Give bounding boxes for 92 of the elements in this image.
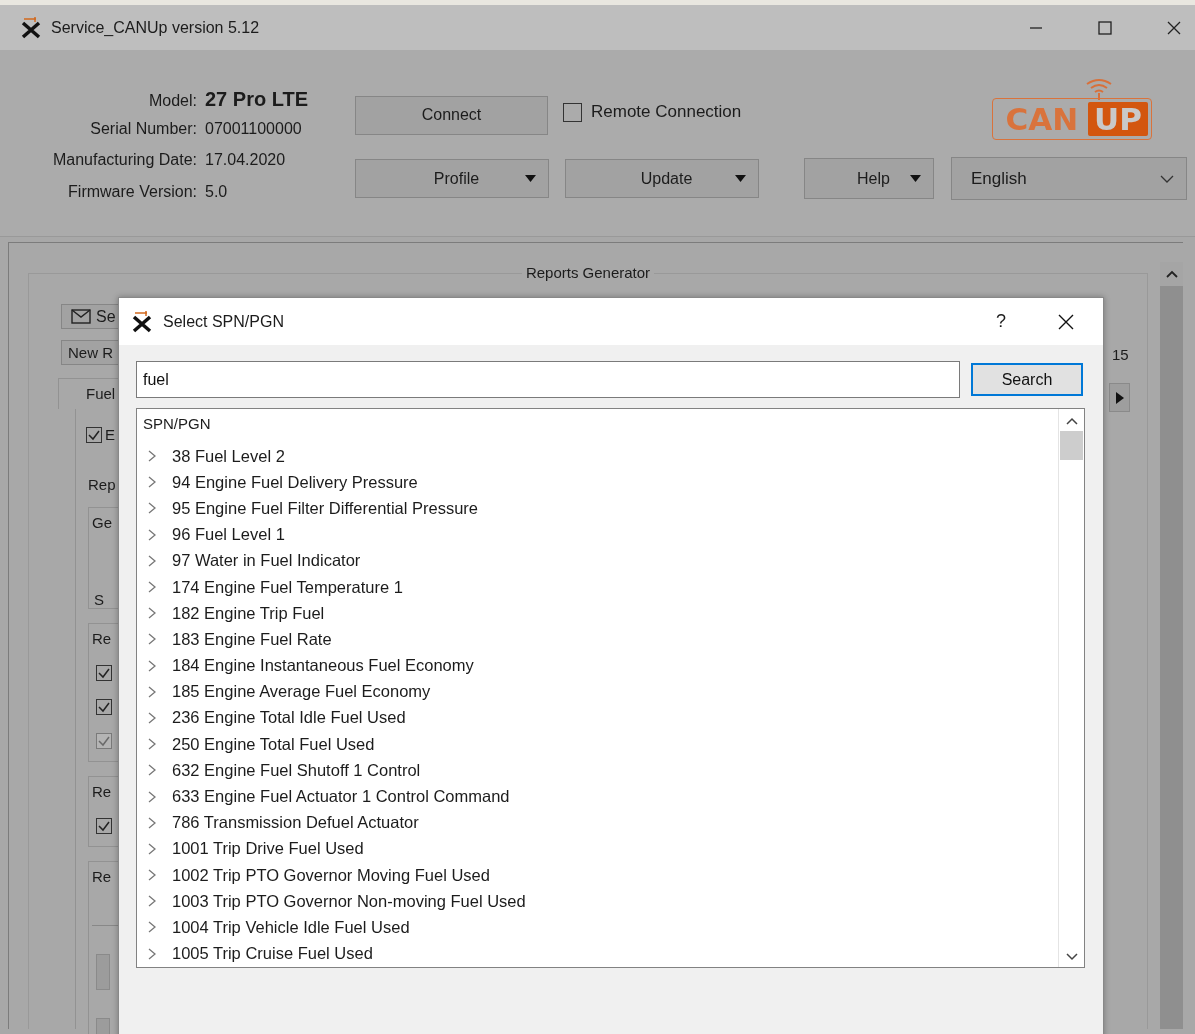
tree-item[interactable]: 38 Fuel Level 2: [172, 446, 285, 466]
chevron-right-icon[interactable]: [148, 554, 156, 567]
chevron-down-icon: [1160, 174, 1174, 183]
tree-item[interactable]: 786 Transmission Defuel Actuator: [172, 813, 419, 833]
chevron-right-icon[interactable]: [148, 450, 156, 463]
chevron-up-icon[interactable]: [1065, 417, 1078, 425]
chevron-right-icon[interactable]: [148, 895, 156, 908]
scroll-thumb[interactable]: [1060, 431, 1083, 460]
tree-item[interactable]: 1005 Trip Cruise Fuel Used: [172, 944, 373, 964]
chevron-right-icon[interactable]: [148, 502, 156, 515]
triangle-right-icon: [1115, 391, 1124, 404]
logo: CAN UP: [992, 78, 1152, 140]
checkbox[interactable]: [96, 699, 112, 715]
chevron-right-icon[interactable]: [148, 711, 156, 724]
model-value: 27 Pro LTE: [205, 88, 308, 111]
tree-item[interactable]: 1002 Trip PTO Governor Moving Fuel Used: [172, 865, 490, 885]
close-icon[interactable]: [1167, 20, 1181, 35]
tree-item[interactable]: 174 Engine Fuel Temperature 1: [172, 577, 403, 597]
tree-item[interactable]: 633 Engine Fuel Actuator 1 Control Command: [172, 787, 510, 807]
tree-item[interactable]: 94 Engine Fuel Delivery Pressure: [172, 472, 418, 492]
info-label: Manufacturing Date:: [51, 151, 197, 169]
chevron-right-icon[interactable]: [148, 607, 156, 620]
caret-icon: [525, 175, 536, 182]
info-label: Serial Number:: [89, 119, 197, 138]
column-header: SPN/PGN: [143, 415, 212, 434]
tree-item[interactable]: 185 Engine Average Fuel Economy: [172, 682, 431, 702]
chevron-right-icon[interactable]: [148, 476, 156, 489]
info-value: 5.0: [205, 182, 228, 201]
tree-item[interactable]: 96 Fuel Level 1: [172, 525, 285, 545]
chevron-right-icon[interactable]: [148, 842, 156, 855]
tree-item[interactable]: 250 Engine Total Fuel Used: [172, 734, 375, 754]
tree-item[interactable]: 1001 Trip Drive Fuel Used: [172, 839, 364, 859]
checkbox-label[interactable]: Remote Connection: [591, 102, 742, 122]
menu-button[interactable]: Update: [565, 159, 759, 198]
chevron-right-icon[interactable]: [148, 816, 156, 829]
chevron-up-icon[interactable]: [1165, 270, 1178, 278]
maximize-icon[interactable]: [1098, 20, 1112, 35]
search-field[interactable]: fuel: [136, 361, 960, 398]
info-label: Firmware Version:: [67, 182, 197, 201]
tree-item[interactable]: 1003 Trip PTO Governor Non-moving Fuel Used: [172, 891, 526, 911]
scrollbar[interactable]: [1058, 409, 1084, 967]
language-select[interactable]: English: [951, 157, 1187, 200]
tree-item[interactable]: 632 Engine Fuel Shutoff 1 Control: [172, 760, 421, 780]
model-label: Model:: [147, 92, 197, 110]
report-label: Rep: [88, 476, 117, 493]
caret-icon: [735, 175, 746, 182]
checkbox[interactable]: [96, 665, 112, 681]
checkbox[interactable]: [96, 818, 112, 834]
counter-text: 15: [1112, 346, 1129, 363]
chevron-right-icon[interactable]: [148, 921, 156, 934]
tree-item[interactable]: 184 Engine Instantaneous Fuel Economy: [172, 656, 474, 676]
tab-scroll-button[interactable]: [1109, 383, 1130, 412]
window-title: Service_CANUp version 5.12: [51, 18, 260, 37]
chevron-right-icon[interactable]: [148, 738, 156, 751]
chevron-right-icon[interactable]: [148, 659, 156, 672]
group-title: Re: [92, 868, 113, 885]
info-value: 07001100000: [205, 119, 302, 138]
field[interactable]: [96, 954, 110, 990]
chevron-right-icon[interactable]: [148, 764, 156, 777]
menu-button[interactable]: Profile: [355, 159, 549, 198]
checkbox[interactable]: [563, 102, 582, 122]
checkbox[interactable]: [86, 426, 102, 443]
help-button[interactable]: ?: [996, 311, 1006, 332]
chevron-right-icon[interactable]: [148, 947, 156, 960]
tree-item[interactable]: 183 Engine Fuel Rate: [172, 629, 332, 649]
menu-button[interactable]: Help: [804, 158, 934, 199]
app-icon: [20, 16, 42, 39]
chevron-right-icon[interactable]: [148, 869, 156, 882]
group-title: Ge: [92, 514, 113, 531]
tree-item[interactable]: 1004 Trip Vehicle Idle Fuel Used: [172, 917, 410, 937]
chevron-down-icon[interactable]: [1065, 952, 1078, 961]
info-value: 17.04.2020: [205, 151, 286, 169]
app-icon: [131, 310, 153, 333]
tree-item[interactable]: 236 Engine Total Idle Fuel Used: [172, 708, 406, 728]
group-title: Re: [92, 783, 113, 800]
close-icon[interactable]: [1058, 313, 1074, 330]
tree-item[interactable]: 97 Water in Fuel Indicator: [172, 551, 361, 571]
chevron-right-icon[interactable]: [148, 685, 156, 698]
tree-item[interactable]: 182 Engine Trip Fuel: [172, 603, 325, 623]
caret-icon: [910, 175, 921, 182]
tree-item[interactable]: 95 Engine Fuel Filter Differential Pressure: [172, 498, 478, 518]
chevron-right-icon[interactable]: [148, 633, 156, 646]
field-label: S: [94, 591, 105, 608]
checkbox-label[interactable]: E: [105, 426, 115, 443]
chevron-right-icon[interactable]: [148, 528, 156, 541]
chevron-right-icon[interactable]: [148, 581, 156, 594]
search-button[interactable]: Search: [971, 363, 1083, 396]
connect-button[interactable]: Connect: [355, 95, 548, 135]
chevron-right-icon[interactable]: [148, 790, 156, 803]
group-title: Re: [92, 630, 113, 647]
dialog-title: Select SPN/PGN: [163, 312, 284, 331]
envelope-icon: [71, 309, 91, 325]
